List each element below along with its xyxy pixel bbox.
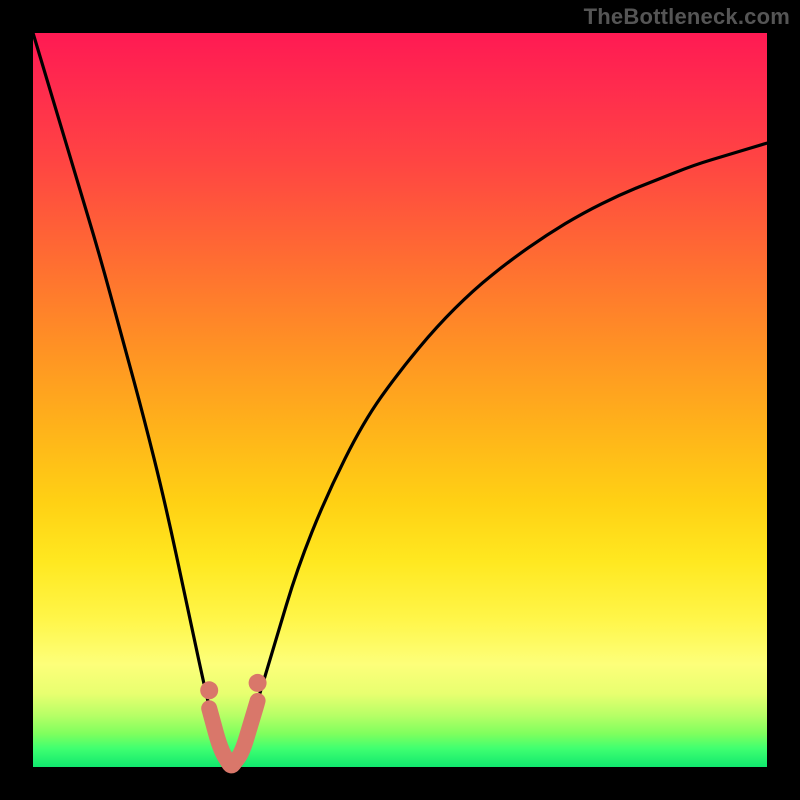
curve-layer xyxy=(33,33,767,767)
chart-frame: TheBottleneck.com xyxy=(0,0,800,800)
highlight-start-dot xyxy=(200,681,218,699)
highlight-overlay xyxy=(209,701,257,765)
watermark-text: TheBottleneck.com xyxy=(584,4,790,30)
plot-area xyxy=(33,33,767,767)
highlight-end-dot xyxy=(249,674,267,692)
bottleneck-curve xyxy=(33,33,767,763)
